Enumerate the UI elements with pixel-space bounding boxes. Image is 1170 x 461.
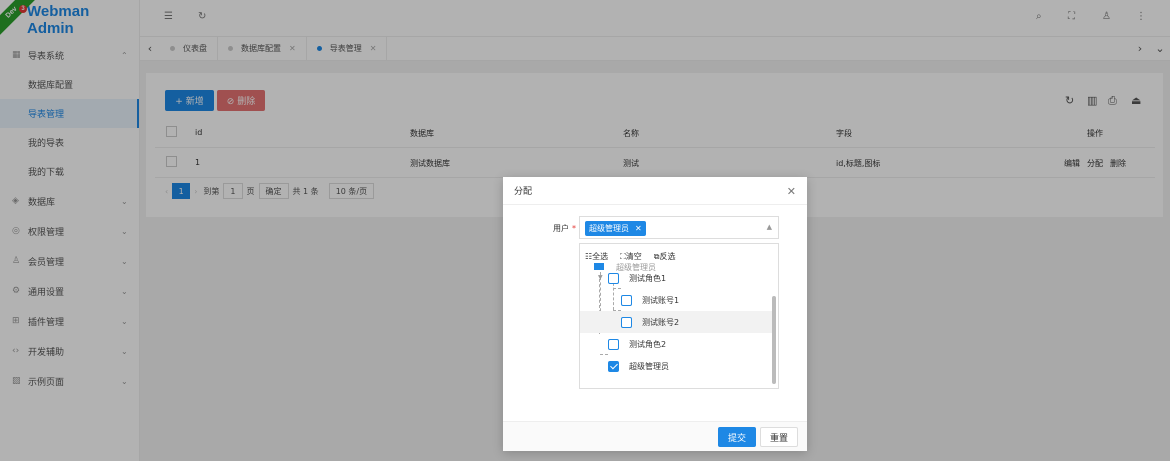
user-field-label: 用户 * [553, 223, 576, 234]
close-icon[interactable]: ✕ [787, 185, 796, 198]
tree-node[interactable]: 测试角色1 [580, 267, 773, 289]
tree-checkbox[interactable] [608, 272, 619, 284]
tree-node[interactable]: 超级管理员 [580, 355, 773, 377]
tree-checkbox[interactable] [621, 294, 632, 306]
tree-node-label: 测试角色1 [629, 273, 667, 283]
user-tree-dropdown: 超级管理员 ☷全选 ⛶清空 ⧉反选 测试角色1 ▼ 测试账号1 测试账号2 测试… [579, 243, 779, 389]
tree-node-label: 测试账号1 [642, 295, 680, 305]
tree-node[interactable]: 测试角色2 [580, 333, 773, 355]
clear-label: 清空 [625, 252, 642, 261]
tree-node[interactable]: 测试账号2 [580, 311, 773, 333]
tree-node-label: 测试角色2 [629, 339, 667, 349]
submit-button[interactable]: 提交 [718, 427, 756, 447]
tree-node[interactable]: 测试账号1 [580, 289, 773, 311]
tree-node-label: 测试账号2 [642, 317, 680, 327]
user-multiselect[interactable]: 超级管理员 ✕ ▲ [579, 216, 779, 239]
clear-button[interactable]: ⛶清空 [620, 251, 642, 262]
invert-button[interactable]: ⧉反选 [654, 251, 676, 262]
user-label-text: 用户 [553, 224, 569, 233]
remove-chip-icon[interactable]: ✕ [635, 224, 642, 233]
caret-down-icon[interactable]: ▼ [598, 274, 603, 281]
dialog-footer: 提交 重置 [503, 421, 807, 451]
reset-button[interactable]: 重置 [760, 427, 798, 447]
invert-label: 反选 [659, 252, 676, 261]
tree-checkbox[interactable] [608, 338, 619, 350]
select-all-button[interactable]: ☷全选 [585, 251, 608, 262]
dialog-title: 分配 [514, 187, 533, 197]
tree-node-label: 超级管理员 [629, 361, 669, 371]
required-mark: * [572, 224, 576, 233]
assign-dialog: 分配 ✕ 用户 * 超级管理员 ✕ ▲ 超级管理员 ☷全选 ⛶清空 ⧉反选 测试角… [503, 177, 807, 451]
chip-label: 超级管理员 [589, 224, 629, 233]
selected-user-chip[interactable]: 超级管理员 ✕ [585, 221, 646, 236]
dropdown-scrollbar[interactable] [772, 296, 776, 384]
dropdown-toolbar: ☷全选 ⛶清空 ⧉反选 [585, 251, 680, 262]
tree-checkbox[interactable] [621, 316, 632, 328]
dialog-header: 分配 ✕ [503, 177, 807, 205]
select-all-label: 全选 [592, 252, 609, 261]
caret-up-icon: ▲ [766, 223, 772, 231]
tree-checkbox-checked[interactable] [608, 360, 619, 372]
